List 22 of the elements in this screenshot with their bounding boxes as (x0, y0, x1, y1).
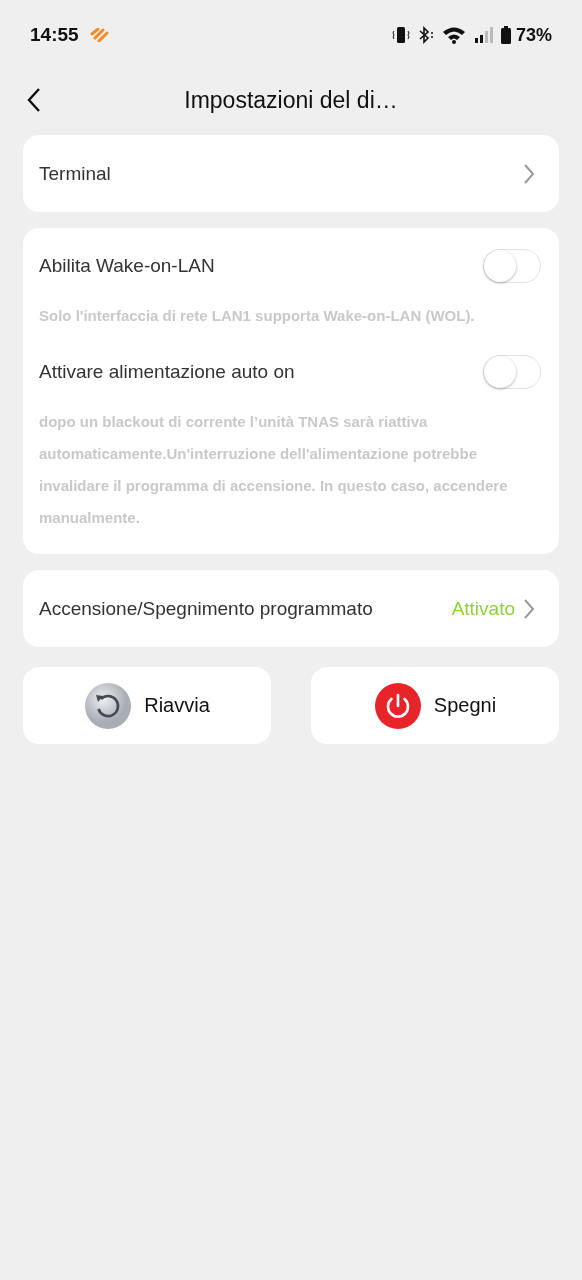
row-label: Accensione/Spegnimento programmato (39, 597, 374, 620)
schedule-row[interactable]: Accensione/Spegnimento programmato Attivato (23, 570, 559, 647)
setting-label: Attivare alimentazione auto on (39, 361, 295, 383)
toggle-switch[interactable] (483, 355, 541, 389)
battery-level: 73% (515, 24, 552, 46)
page-title: Impostazioni del di… (184, 86, 399, 114)
restart-icon (84, 681, 133, 730)
app-notification-icon (89, 28, 110, 42)
chevron-icon (523, 162, 535, 185)
row-label: Terminal (39, 162, 112, 185)
terminal-row[interactable]: Terminal (23, 135, 559, 212)
power-icon (373, 681, 422, 730)
toggle-switch[interactable] (483, 249, 541, 283)
signal-icon (473, 26, 496, 44)
restart-button[interactable]: Riavvia (23, 667, 271, 744)
status-time: 14:55 (30, 24, 79, 46)
battery-icon (500, 26, 511, 44)
setting-label: Abilita Wake-on-LAN (39, 255, 215, 277)
vibrate-icon (390, 26, 411, 44)
chevron-icon (523, 597, 535, 620)
status-value: Attivato (451, 597, 515, 620)
shutdown-button[interactable]: Spegni (311, 667, 559, 744)
